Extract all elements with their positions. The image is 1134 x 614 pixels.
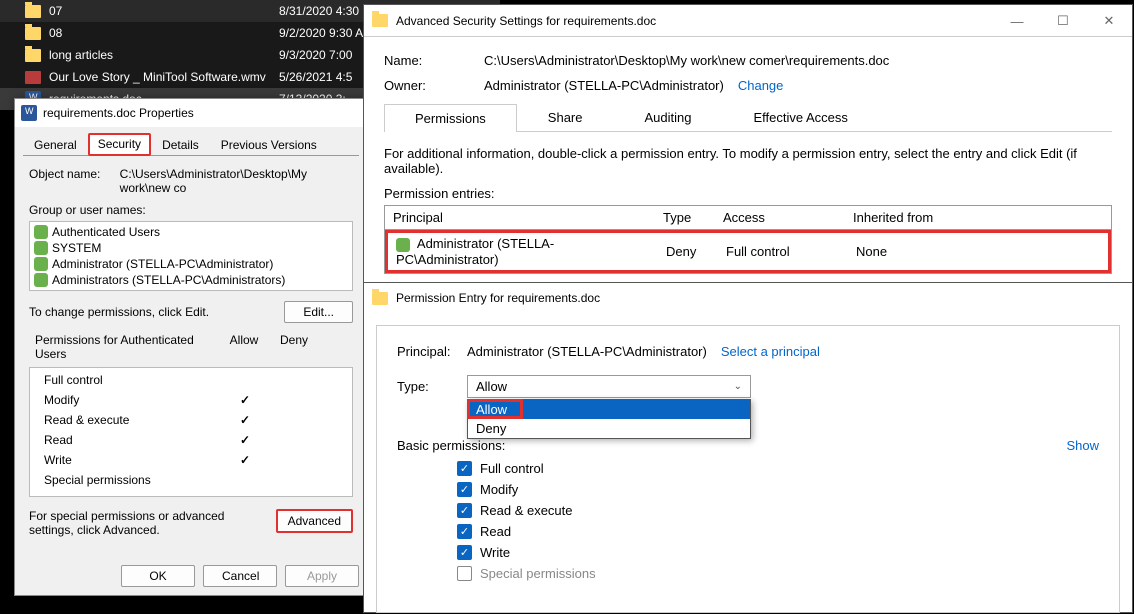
list-item[interactable]: SYSTEM (32, 240, 350, 256)
properties-title-bar[interactable]: requirements.doc Properties (15, 99, 367, 127)
apply-button[interactable]: Apply (285, 565, 359, 587)
group-users-label: Group or user names: (29, 203, 353, 217)
option-deny[interactable]: Deny (468, 419, 750, 438)
list-item[interactable]: Administrator (STELLA-PC\Administrator) (32, 256, 350, 272)
ok-button[interactable]: OK (121, 565, 195, 587)
folder-icon (372, 14, 388, 27)
permission-entry-dialog: Permission Entry for requirements.doc Pr… (363, 282, 1133, 613)
folder-icon (25, 49, 41, 62)
checkbox-full-control[interactable]: ✓ (457, 461, 472, 476)
permission-entries-table: Principal Type Access Inherited from Adm… (384, 205, 1112, 274)
cancel-button[interactable]: Cancel (203, 565, 277, 587)
basic-permissions-list: ✓Full control ✓Modify ✓Read & execute ✓R… (397, 461, 1099, 581)
advanced-button[interactable]: Advanced (276, 509, 353, 533)
close-button[interactable]: ✕ (1086, 5, 1132, 37)
permissions-table: Full control Modify✓ Read & execute✓ Rea… (29, 367, 353, 497)
word-icon (21, 105, 37, 121)
tab-security[interactable]: Security (88, 133, 151, 156)
change-instruction: To change permissions, click Edit. (29, 305, 209, 319)
properties-dialog: requirements.doc Properties General Secu… (14, 98, 368, 596)
advanced-security-dialog: Advanced Security Settings for requireme… (363, 4, 1133, 284)
tab-previous-versions[interactable]: Previous Versions (210, 133, 328, 156)
tab-permissions[interactable]: Permissions (384, 104, 517, 132)
object-name-value: C:\Users\Administrator\Desktop\My work\n… (120, 167, 353, 195)
entries-label: Permission entries: (384, 186, 1112, 201)
check-icon: ✓ (240, 453, 250, 467)
checkbox-read[interactable]: ✓ (457, 524, 472, 539)
minimize-button[interactable]: — (994, 5, 1040, 37)
users-icon (34, 225, 48, 239)
name-value: C:\Users\Administrator\Desktop\My work\n… (484, 53, 889, 68)
adv-title: Advanced Security Settings for requireme… (396, 14, 656, 28)
folder-icon (25, 5, 41, 18)
maximize-button[interactable]: ☐ (1040, 5, 1086, 37)
checkbox-write[interactable]: ✓ (457, 545, 472, 560)
th-type: Type (655, 206, 715, 229)
object-name-label: Object name: (29, 167, 120, 195)
check-icon: ✓ (240, 413, 250, 427)
properties-title: requirements.doc Properties (43, 106, 194, 120)
folder-icon (372, 292, 388, 305)
select-principal-link[interactable]: Select a principal (721, 344, 820, 359)
adv-info-text: For additional information, double-click… (384, 146, 1112, 176)
check-icon: ✓ (240, 433, 250, 447)
users-icon (34, 241, 48, 255)
list-item[interactable]: Administrators (STELLA-PC\Administrators… (32, 272, 350, 288)
video-icon (25, 71, 41, 84)
edit-button[interactable]: Edit... (284, 301, 353, 323)
list-item[interactable]: Authenticated Users (32, 224, 350, 240)
tab-details[interactable]: Details (151, 133, 210, 156)
basic-permissions-label: Basic permissions: (397, 438, 505, 453)
owner-value: Administrator (STELLA-PC\Administrator) (484, 78, 724, 93)
tab-auditing[interactable]: Auditing (614, 103, 723, 131)
group-users-list[interactable]: Authenticated Users SYSTEM Administrator… (29, 221, 353, 291)
pe-title-bar[interactable]: Permission Entry for requirements.doc (364, 283, 1132, 313)
adv-title-bar[interactable]: Advanced Security Settings for requireme… (364, 5, 1132, 37)
chevron-down-icon: ⌄ (734, 381, 742, 392)
allow-header: Allow (219, 333, 269, 361)
tab-share[interactable]: Share (517, 103, 614, 131)
checkbox-read-execute[interactable]: ✓ (457, 503, 472, 518)
tab-effective-access[interactable]: Effective Access (722, 103, 878, 131)
user-icon (34, 257, 48, 271)
owner-label: Owner: (384, 78, 484, 93)
type-dropdown: Allow Deny (467, 399, 751, 439)
principal-label: Principal: (397, 344, 467, 359)
th-inherited: Inherited from (845, 206, 965, 229)
show-link[interactable]: Show (1066, 438, 1099, 453)
type-value: Allow (476, 379, 507, 394)
perm-users-label: Permissions for Authenticated Users (29, 333, 219, 361)
checkbox-modify[interactable]: ✓ (457, 482, 472, 497)
user-icon (396, 238, 410, 252)
th-access: Access (715, 206, 845, 229)
th-principal: Principal (385, 206, 655, 229)
pe-title: Permission Entry for requirements.doc (396, 291, 600, 305)
tab-general[interactable]: General (23, 133, 88, 156)
type-select[interactable]: Allow ⌄ Allow Deny (467, 375, 751, 398)
check-icon: ✓ (240, 393, 250, 407)
special-note: For special permissions or advanced sett… (29, 509, 239, 537)
change-link[interactable]: Change (738, 78, 784, 93)
name-label: Name: (384, 53, 484, 68)
type-label: Type: (397, 379, 467, 394)
users-icon (34, 273, 48, 287)
checkbox-special[interactable] (457, 566, 472, 581)
option-allow[interactable]: Allow (468, 400, 750, 419)
deny-header: Deny (269, 333, 319, 361)
principal-value: Administrator (STELLA-PC\Administrator) (467, 344, 707, 359)
properties-tabs: General Security Details Previous Versio… (15, 127, 367, 156)
table-row[interactable]: Administrator (STELLA-PC\Administrator) … (385, 230, 1111, 273)
folder-icon (25, 27, 41, 40)
